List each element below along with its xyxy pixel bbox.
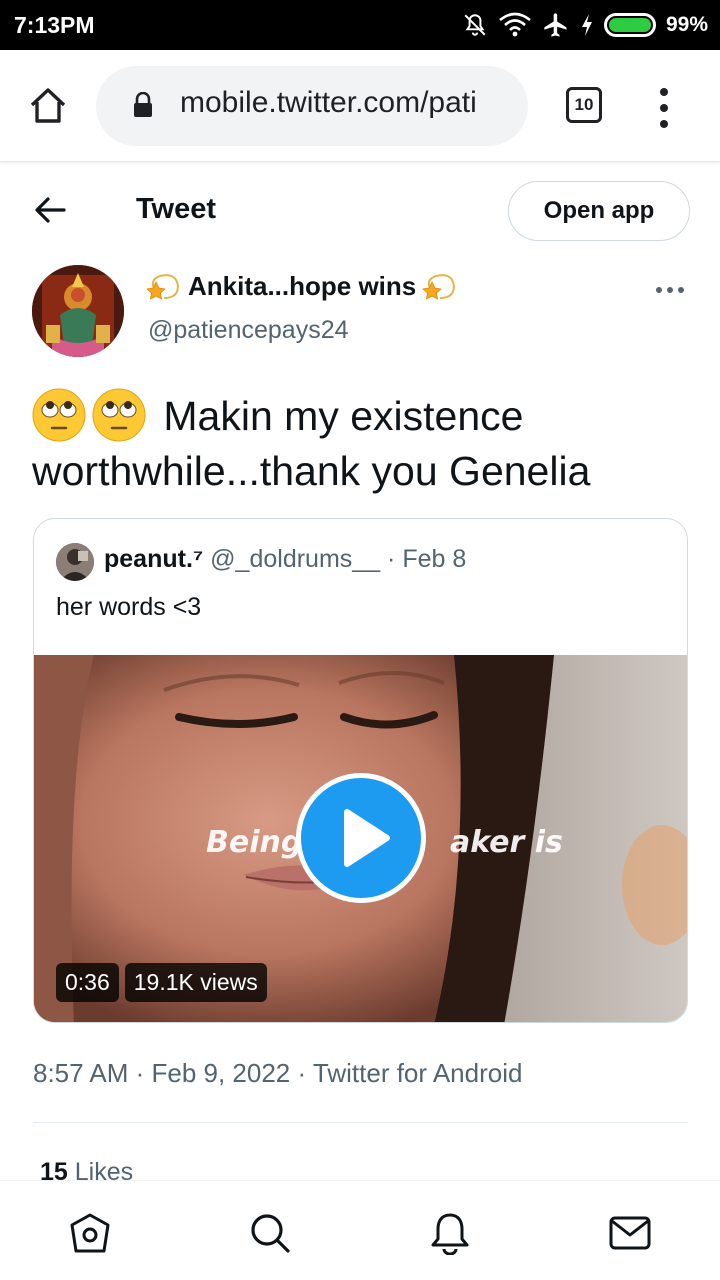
browser-toolbar: mobile.twitter.com/pati 10 <box>0 50 720 162</box>
quoted-text: her words <3 <box>56 593 202 621</box>
open-app-button[interactable]: Open app <box>508 181 690 241</box>
quoted-author-name[interactable]: peanut.⁷ <box>104 545 203 573</box>
status-icons: 99% <box>462 10 708 40</box>
tab-switcher-button[interactable]: 10 <box>566 87 602 123</box>
notifications-off-icon <box>464 14 486 36</box>
back-arrow-icon[interactable] <box>30 190 70 230</box>
author-name[interactable]: Ankita...hope wins <box>146 270 458 302</box>
status-bar: 7:13PM 99% <box>0 0 720 50</box>
battery-icon <box>603 13 656 37</box>
likes-count[interactable]: 15 Likes <box>40 1158 133 1180</box>
quoted-date: · Feb 8 <box>387 545 467 573</box>
eye-roll-emoji-icon <box>92 388 146 442</box>
charging-icon <box>581 14 592 36</box>
quoted-author-handle[interactable]: @_doldrums__ <box>210 545 380 573</box>
search-icon[interactable] <box>248 1211 292 1255</box>
battery-percent: 99% <box>665 13 708 36</box>
video-duration: 0:36 <box>56 963 119 1002</box>
author-handle[interactable]: @patiencepays24 <box>148 316 349 345</box>
bottom-nav <box>0 1180 720 1280</box>
more-horiz-icon[interactable] <box>654 280 686 300</box>
wifi-icon <box>499 12 531 37</box>
tweet-text: Makin my existence worthwhile...thank yo… <box>32 388 692 499</box>
airplane-icon <box>544 13 567 37</box>
eye-roll-emoji-icon <box>32 388 86 442</box>
likes-label[interactable]: Likes <box>75 1158 133 1180</box>
divider <box>33 1122 688 1123</box>
play-icon <box>344 809 390 867</box>
lock-icon <box>134 92 152 117</box>
dizzy-star-icon <box>146 274 180 300</box>
url-text[interactable]: mobile.twitter.com/pati <box>180 86 510 120</box>
quoted-tweet[interactable]: peanut.⁷ @_doldrums__ · Feb 8 her words … <box>33 518 688 1023</box>
messages-icon[interactable] <box>608 1211 652 1255</box>
author-name-text[interactable]: Ankita...hope wins <box>188 271 416 302</box>
likes-number[interactable]: 15 <box>40 1158 68 1180</box>
video-caption-left: Being <box>206 825 303 860</box>
video-caption: Being aker is <box>206 825 563 860</box>
home-icon[interactable] <box>26 84 70 128</box>
tweet-timestamp[interactable]: 8:57 AM · Feb 9, 2022 · Twitter for Andr… <box>33 1058 522 1089</box>
play-button[interactable] <box>296 773 426 903</box>
quoted-avatar[interactable] <box>56 543 94 581</box>
more-vert-icon[interactable] <box>652 86 676 130</box>
quoted-header: peanut.⁷ @_doldrums__ · Feb 8 <box>104 545 466 574</box>
video-caption-right: aker is <box>450 825 563 860</box>
video-views: 19.1K views <box>124 963 267 1002</box>
notifications-icon[interactable] <box>428 1211 472 1255</box>
dizzy-star-icon <box>422 274 456 300</box>
status-time: 7:13PM <box>14 12 95 38</box>
home-icon[interactable] <box>68 1211 112 1255</box>
author-avatar[interactable] <box>32 265 124 357</box>
address-bar[interactable]: mobile.twitter.com/pati <box>96 66 528 146</box>
page-title: Tweet <box>136 193 217 225</box>
video-badges: 0:36 19.1K views <box>56 963 267 1002</box>
video-player[interactable]: Being aker is 0:36 19.1K views <box>34 655 687 1022</box>
